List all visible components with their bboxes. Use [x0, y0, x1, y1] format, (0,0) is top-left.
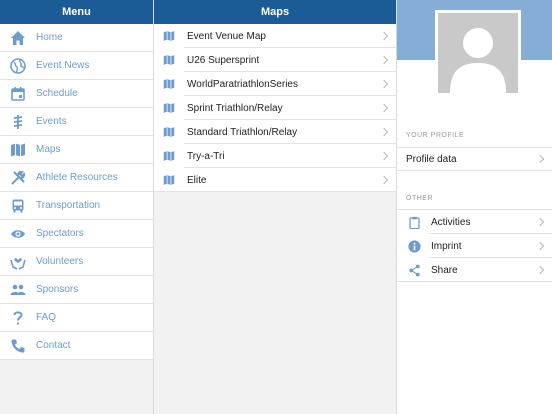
side-menu: Menu Home Event News Schedule Events Map… [0, 0, 154, 414]
map-item-label: Event Venue Map [187, 30, 266, 42]
section-title-your-profile: YOUR PROFILE [406, 132, 465, 139]
menu-item-label: Events [36, 116, 67, 127]
chevron-right-icon [379, 175, 389, 185]
menu-item-label: Home [36, 32, 63, 43]
map-icon [163, 77, 177, 91]
avatar-placeholder-icon [438, 13, 518, 93]
menu-item-label: Schedule [36, 88, 78, 99]
menu-item-label: Athlete Resources [36, 172, 118, 183]
menu-item-volunteers[interactable]: Volunteers [0, 248, 153, 276]
map-item-standard-triathlon-relay[interactable]: Standard Triathlon/Relay [154, 120, 396, 144]
menu-item-home[interactable]: Home [0, 24, 153, 52]
chevron-right-icon [379, 79, 389, 89]
question-icon [9, 309, 27, 327]
chevron-right-icon [379, 127, 389, 137]
avatar[interactable] [435, 10, 521, 96]
menu-title: Menu [0, 0, 153, 24]
profile-data-label: Profile data [406, 153, 457, 165]
map-icon [163, 29, 177, 43]
menu-item-maps[interactable]: Maps [0, 136, 153, 164]
home-icon [9, 29, 27, 47]
calendar-icon [9, 85, 27, 103]
map-item-label: U26 Supersprint [187, 54, 260, 66]
chevron-right-icon [535, 241, 545, 251]
menu-item-schedule[interactable]: Schedule [0, 80, 153, 108]
clipboard-icon [407, 215, 421, 229]
chevron-right-icon [535, 265, 545, 275]
profile-panel: YOUR PROFILE Profile data OTHER Activiti… [397, 0, 552, 414]
map-item-label: Sprint Triathlon/Relay [187, 102, 283, 114]
menu-item-faq[interactable]: FAQ [0, 304, 153, 332]
menu-item-label: FAQ [36, 312, 57, 323]
map-icon [163, 53, 177, 67]
bus-icon [9, 197, 27, 215]
menu-list: Home Event News Schedule Events Maps Ath… [0, 24, 153, 360]
menu-item-label: Sponsors [36, 284, 79, 295]
map-item-world-paratriathlon-series[interactable]: WorldParatriathlonSeries [154, 72, 396, 96]
menu-item-label: Spectators [36, 228, 84, 239]
map-item-label: WorldParatriathlonSeries [187, 78, 298, 90]
map-item-elite[interactable]: Elite [154, 168, 396, 192]
menu-item-label: Event News [36, 60, 90, 71]
menu-item-label: Transportation [36, 200, 101, 211]
imprint-label: Imprint [431, 240, 462, 252]
chevron-right-icon [535, 217, 545, 227]
profile-banner [397, 0, 552, 96]
globe-icon [9, 57, 27, 75]
maps-list: Event Venue Map U26 Supersprint WorldPar… [154, 24, 396, 192]
menu-item-spectators[interactable]: Spectators [0, 220, 153, 248]
menu-item-event-news[interactable]: Event News [0, 52, 153, 80]
map-item-label: Try-a-Tri [187, 150, 225, 162]
chevron-right-icon [379, 31, 389, 41]
volunteer-hands-icon [9, 253, 27, 271]
chevron-right-icon [379, 55, 389, 65]
share-icon [407, 263, 421, 277]
map-icon [163, 149, 177, 163]
map-item-label: Standard Triathlon/Relay [187, 126, 298, 138]
eye-icon [9, 225, 27, 243]
events-icon [9, 113, 27, 131]
maps-panel: Maps Event Venue Map U26 Supersprint Wor… [154, 0, 397, 414]
phone-icon [9, 337, 27, 355]
menu-item-events[interactable]: Events [0, 108, 153, 136]
maps-title: Maps [154, 0, 396, 24]
map-item-label: Elite [187, 174, 207, 186]
map-icon [163, 125, 177, 139]
tools-icon [9, 169, 27, 187]
map-item-event-venue-map[interactable]: Event Venue Map [154, 24, 396, 48]
map-icon [163, 101, 177, 115]
info-icon [407, 239, 421, 253]
imprint-row[interactable]: Imprint [397, 234, 552, 258]
people-icon [9, 281, 27, 299]
chevron-right-icon [379, 103, 389, 113]
map-item-try-a-tri[interactable]: Try-a-Tri [154, 144, 396, 168]
menu-item-label: Volunteers [36, 256, 84, 267]
menu-item-athlete-resources[interactable]: Athlete Resources [0, 164, 153, 192]
share-label: Share [431, 264, 458, 276]
chevron-right-icon [535, 154, 545, 164]
other-list: Activities Imprint Share [397, 210, 552, 282]
chevron-right-icon [379, 151, 389, 161]
menu-item-label: Maps [36, 144, 61, 155]
menu-item-sponsors[interactable]: Sponsors [0, 276, 153, 304]
activities-label: Activities [431, 216, 471, 228]
map-item-sprint-triathlon-relay[interactable]: Sprint Triathlon/Relay [154, 96, 396, 120]
section-title-other: OTHER [406, 195, 433, 202]
menu-item-transportation[interactable]: Transportation [0, 192, 153, 220]
activities-row[interactable]: Activities [397, 210, 552, 234]
profile-data-row[interactable]: Profile data [397, 147, 552, 171]
map-item-u26-supersprint[interactable]: U26 Supersprint [154, 48, 396, 72]
menu-item-label: Contact [36, 340, 71, 351]
share-row[interactable]: Share [397, 258, 552, 282]
map-icon [163, 173, 177, 187]
map-icon [9, 141, 27, 159]
menu-item-contact[interactable]: Contact [0, 332, 153, 360]
